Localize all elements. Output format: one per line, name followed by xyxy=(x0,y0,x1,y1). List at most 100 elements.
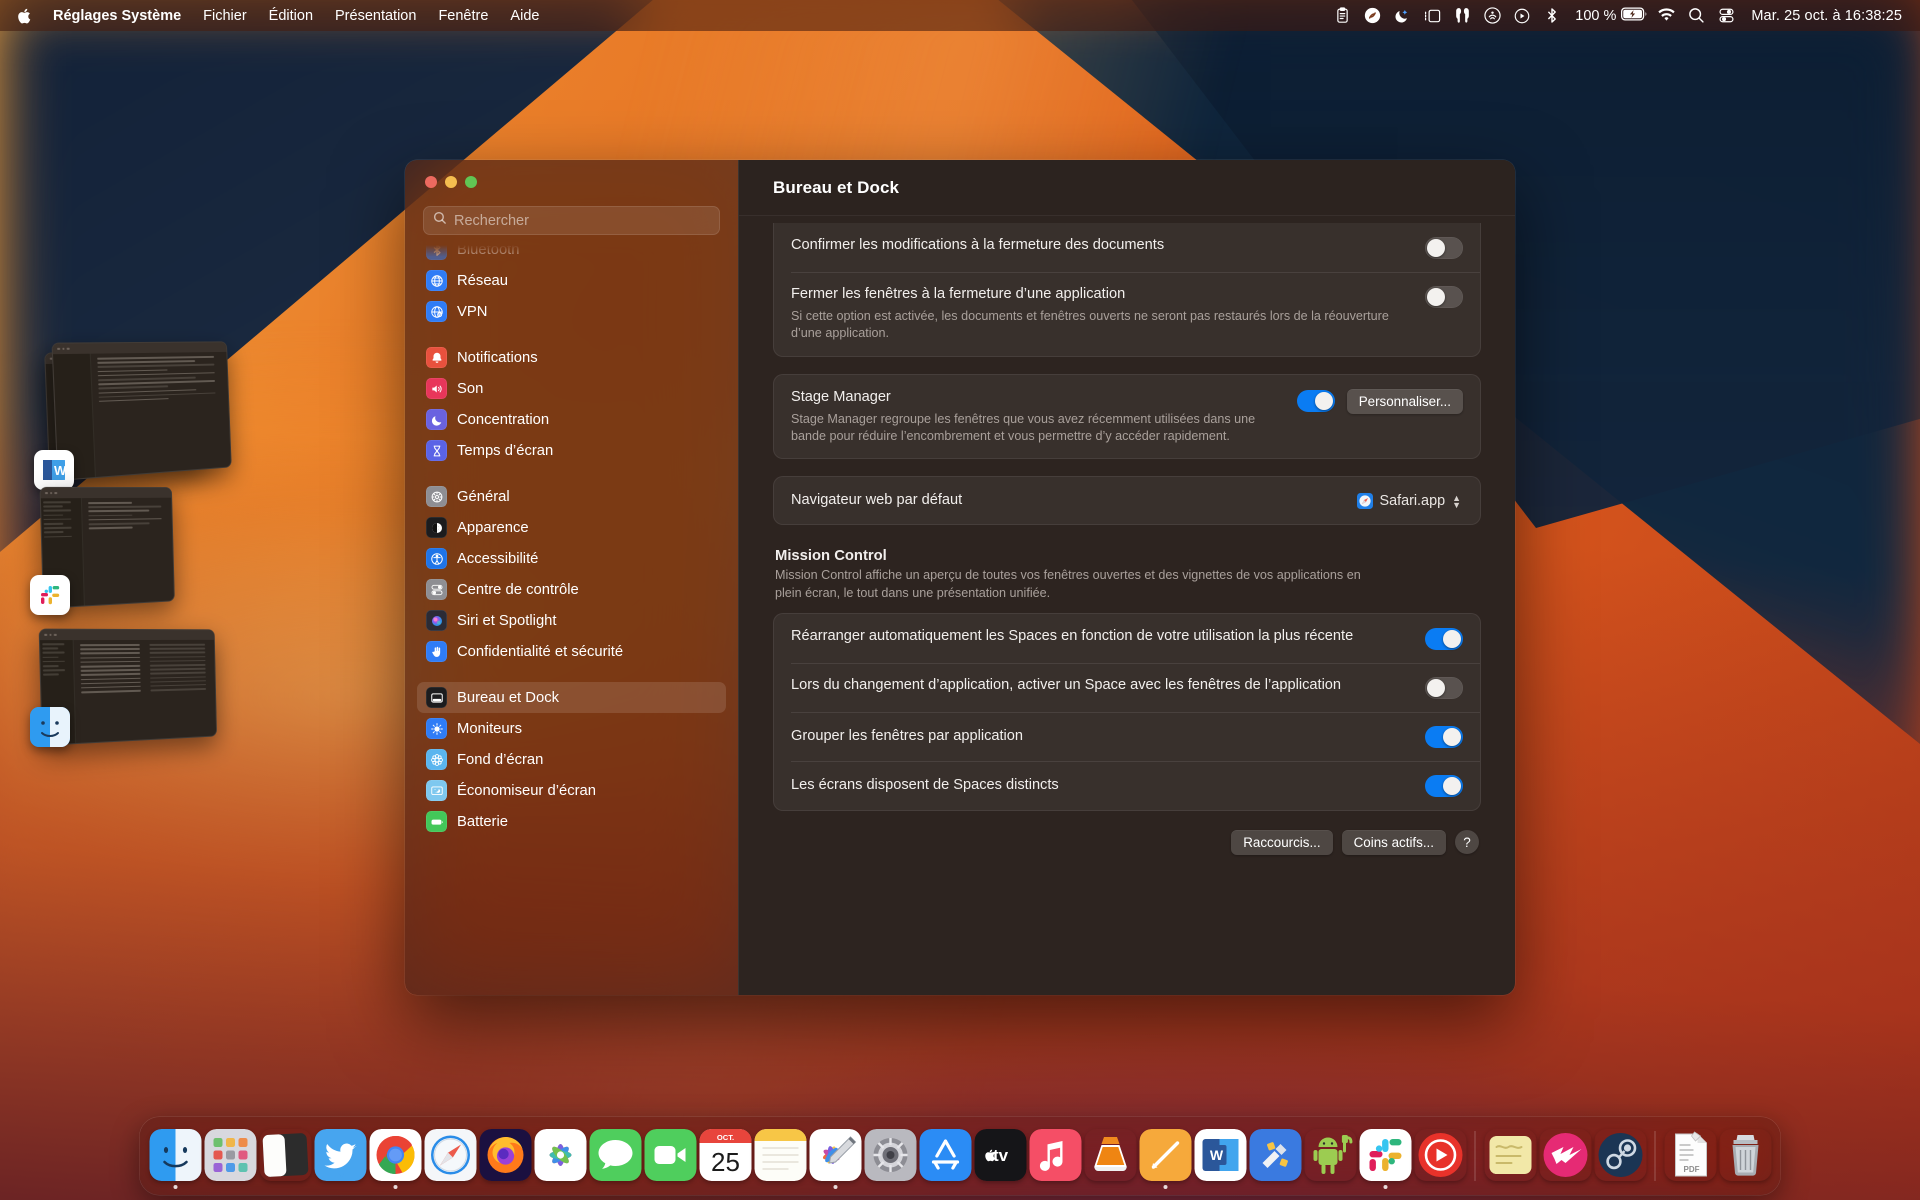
stage-window-titlebar xyxy=(40,630,214,640)
row-close-windows[interactable]: Fermer les fenêtres à la fermeture d’une… xyxy=(774,272,1480,356)
dock-item-notion[interactable] xyxy=(258,1123,313,1189)
sidebar-item-fond-decran[interactable]: Fond d’écran xyxy=(417,744,726,775)
apple-logo-icon[interactable] xyxy=(0,7,42,25)
dock-item-facetime[interactable] xyxy=(643,1123,698,1189)
row-rearrange-spaces[interactable]: Réarranger automatiquement les Spaces en… xyxy=(774,614,1480,663)
close-button[interactable] xyxy=(425,176,437,188)
do-not-disturb-moon-icon[interactable] xyxy=(1387,4,1417,28)
row-separate-spaces[interactable]: Les écrans disposent de Spaces distincts xyxy=(774,761,1480,810)
dock-item-textedit[interactable] xyxy=(1138,1123,1193,1189)
chevron-updown-icon: ▲ ▼ xyxy=(1452,495,1461,508)
toggle-stage-manager[interactable] xyxy=(1297,390,1335,412)
dock-item-twitter[interactable] xyxy=(313,1123,368,1189)
sidebar-item-siri-et-spotlight[interactable]: Siri et Spotlight xyxy=(417,605,726,636)
mission-control-description: Mission Control affiche un aperçu de tou… xyxy=(775,567,1385,602)
dock-item-steam[interactable] xyxy=(1593,1123,1648,1189)
wifi-icon[interactable] xyxy=(1651,4,1681,28)
stage-manager-icon[interactable] xyxy=(1417,4,1447,28)
menu-edition[interactable]: Édition xyxy=(258,5,324,27)
help-button[interactable]: ? xyxy=(1455,830,1479,854)
stage-strip-item-word[interactable]: W xyxy=(22,338,237,503)
sidebar-item-list[interactable]: Bluetooth Réseau VPN Notifications Son Concen… xyxy=(405,245,738,995)
dock-item-app-store[interactable] xyxy=(918,1123,973,1189)
toggle-rearrange-spaces[interactable] xyxy=(1425,628,1463,650)
menu-presentation[interactable]: Présentation xyxy=(324,5,427,27)
search-box[interactable] xyxy=(423,206,720,235)
dock-item-music[interactable] xyxy=(1028,1123,1083,1189)
row-group-windows[interactable]: Grouper les fenêtres par application xyxy=(774,712,1480,761)
sidebar-item-confidentialite-et-securite[interactable]: Confidentialité et sécurité xyxy=(417,636,726,667)
sidebar-item-vpn[interactable]: VPN xyxy=(417,296,726,327)
airpods-icon[interactable] xyxy=(1447,4,1477,28)
dock-item-chrome[interactable] xyxy=(368,1123,423,1189)
sidebar-item-bureau-et-dock[interactable]: Bureau et Dock xyxy=(417,682,726,713)
dock-item-word[interactable]: W xyxy=(1193,1123,1248,1189)
stage-strip-item-slack[interactable] xyxy=(20,483,235,623)
sidebar-item-moniteurs[interactable]: Moniteurs xyxy=(417,713,726,744)
battery-status[interactable]: 100 % xyxy=(1567,7,1651,25)
sidebar-item-apparence[interactable]: Apparence xyxy=(417,512,726,543)
menu-bar-clock[interactable]: Mar. 25 oct. à 16:38:25 xyxy=(1741,8,1908,24)
search-icon[interactable] xyxy=(1681,4,1711,28)
dock-item-photos[interactable] xyxy=(533,1123,588,1189)
sidebar-item-batterie[interactable]: Batterie xyxy=(417,806,726,837)
menu-fichier[interactable]: Fichier xyxy=(192,5,258,27)
dock-item-firefox[interactable] xyxy=(478,1123,533,1189)
search-input[interactable] xyxy=(454,213,710,229)
dock-item-android-file-transfer[interactable] xyxy=(1303,1123,1358,1189)
sidebar-item-general[interactable]: Général xyxy=(417,481,726,512)
sidebar-item-accessibilite[interactable]: Accessibilité xyxy=(417,543,726,574)
row-confirm-changes[interactable]: Confirmer les modifications à la fermetu… xyxy=(774,223,1480,272)
sidebar-item-son[interactable]: Son xyxy=(417,373,726,404)
airdrop-icon[interactable] xyxy=(1477,4,1507,28)
dock-item-system-settings[interactable] xyxy=(863,1123,918,1189)
bluetooth-icon[interactable] xyxy=(1537,4,1567,28)
dock-item-calendar[interactable]: OCT. 25 xyxy=(698,1123,753,1189)
sidebar-item-centre-de-controle[interactable]: Centre de contrôle xyxy=(417,574,726,605)
dock-item-messages[interactable] xyxy=(588,1123,643,1189)
dock-item-vlc[interactable] xyxy=(1083,1123,1138,1189)
dock-item-hummingbird[interactable] xyxy=(1538,1123,1593,1189)
toggle-group-windows[interactable] xyxy=(1425,726,1463,748)
hot-corners-button[interactable]: Coins actifs... xyxy=(1342,830,1446,855)
dock-item-finder[interactable] xyxy=(148,1123,203,1189)
dock-item-freeform[interactable] xyxy=(808,1123,863,1189)
dock-item-apple-tv[interactable]: tv xyxy=(973,1123,1028,1189)
dock-item-trash[interactable] xyxy=(1718,1123,1773,1189)
toggle-separate-spaces[interactable] xyxy=(1425,775,1463,797)
sidebar-item-economiseur-decran[interactable]: Économiseur d’écran xyxy=(417,775,726,806)
dock-item-launchpad[interactable] xyxy=(203,1123,258,1189)
toggle-close-windows[interactable] xyxy=(1425,286,1463,308)
dock-item-youtube-music[interactable] xyxy=(1413,1123,1468,1189)
toggle-switch-to-space[interactable] xyxy=(1425,677,1463,699)
sidebar-item-temps-decran[interactable]: Temps d’écran xyxy=(417,435,726,466)
sidebar-item-reseau[interactable]: Réseau xyxy=(417,265,726,296)
dock-item-pdf-document[interactable]: PDF xyxy=(1663,1123,1718,1189)
sidebar-item-bluetooth[interactable]: Bluetooth xyxy=(417,245,726,265)
now-playing-icon[interactable] xyxy=(1507,4,1537,28)
clipboard-icon[interactable] xyxy=(1327,4,1357,28)
default-browser-dropdown[interactable]: Safari.app ▲ ▼ xyxy=(1353,491,1463,511)
dock-item-safari[interactable] xyxy=(423,1123,478,1189)
toggle-confirm-changes[interactable] xyxy=(1425,237,1463,259)
control-center-icon[interactable] xyxy=(1711,4,1741,28)
stage-strip-item-finder[interactable] xyxy=(20,625,235,755)
dock-item-notes[interactable] xyxy=(753,1123,808,1189)
shortcuts-button[interactable]: Raccourcis... xyxy=(1231,830,1332,855)
menu-app-name[interactable]: Réglages Système xyxy=(42,5,192,27)
settings-scroll-area[interactable]: Confirmer les modifications à la fermetu… xyxy=(739,216,1515,995)
shazam-icon[interactable] xyxy=(1357,4,1387,28)
menu-aide[interactable]: Aide xyxy=(499,5,550,27)
menu-fenetre[interactable]: Fenêtre xyxy=(427,5,499,27)
dock-item-slack[interactable] xyxy=(1358,1123,1413,1189)
dock-item-stickies[interactable] xyxy=(1483,1123,1538,1189)
row-stage-manager[interactable]: Stage Manager Stage Manager regroupe les… xyxy=(774,375,1480,459)
row-default-browser[interactable]: Navigateur web par défaut Safari.app ▲ ▼ xyxy=(774,477,1480,524)
row-switch-to-space[interactable]: Lors du changement d’application, active… xyxy=(774,663,1480,712)
minimize-button[interactable] xyxy=(445,176,457,188)
sidebar-item-concentration[interactable]: Concentration xyxy=(417,404,726,435)
sidebar-item-notifications[interactable]: Notifications xyxy=(417,342,726,373)
customize-button[interactable]: Personnaliser... xyxy=(1347,389,1463,414)
zoom-button[interactable] xyxy=(465,176,477,188)
dock-item-utilities[interactable] xyxy=(1248,1123,1303,1189)
